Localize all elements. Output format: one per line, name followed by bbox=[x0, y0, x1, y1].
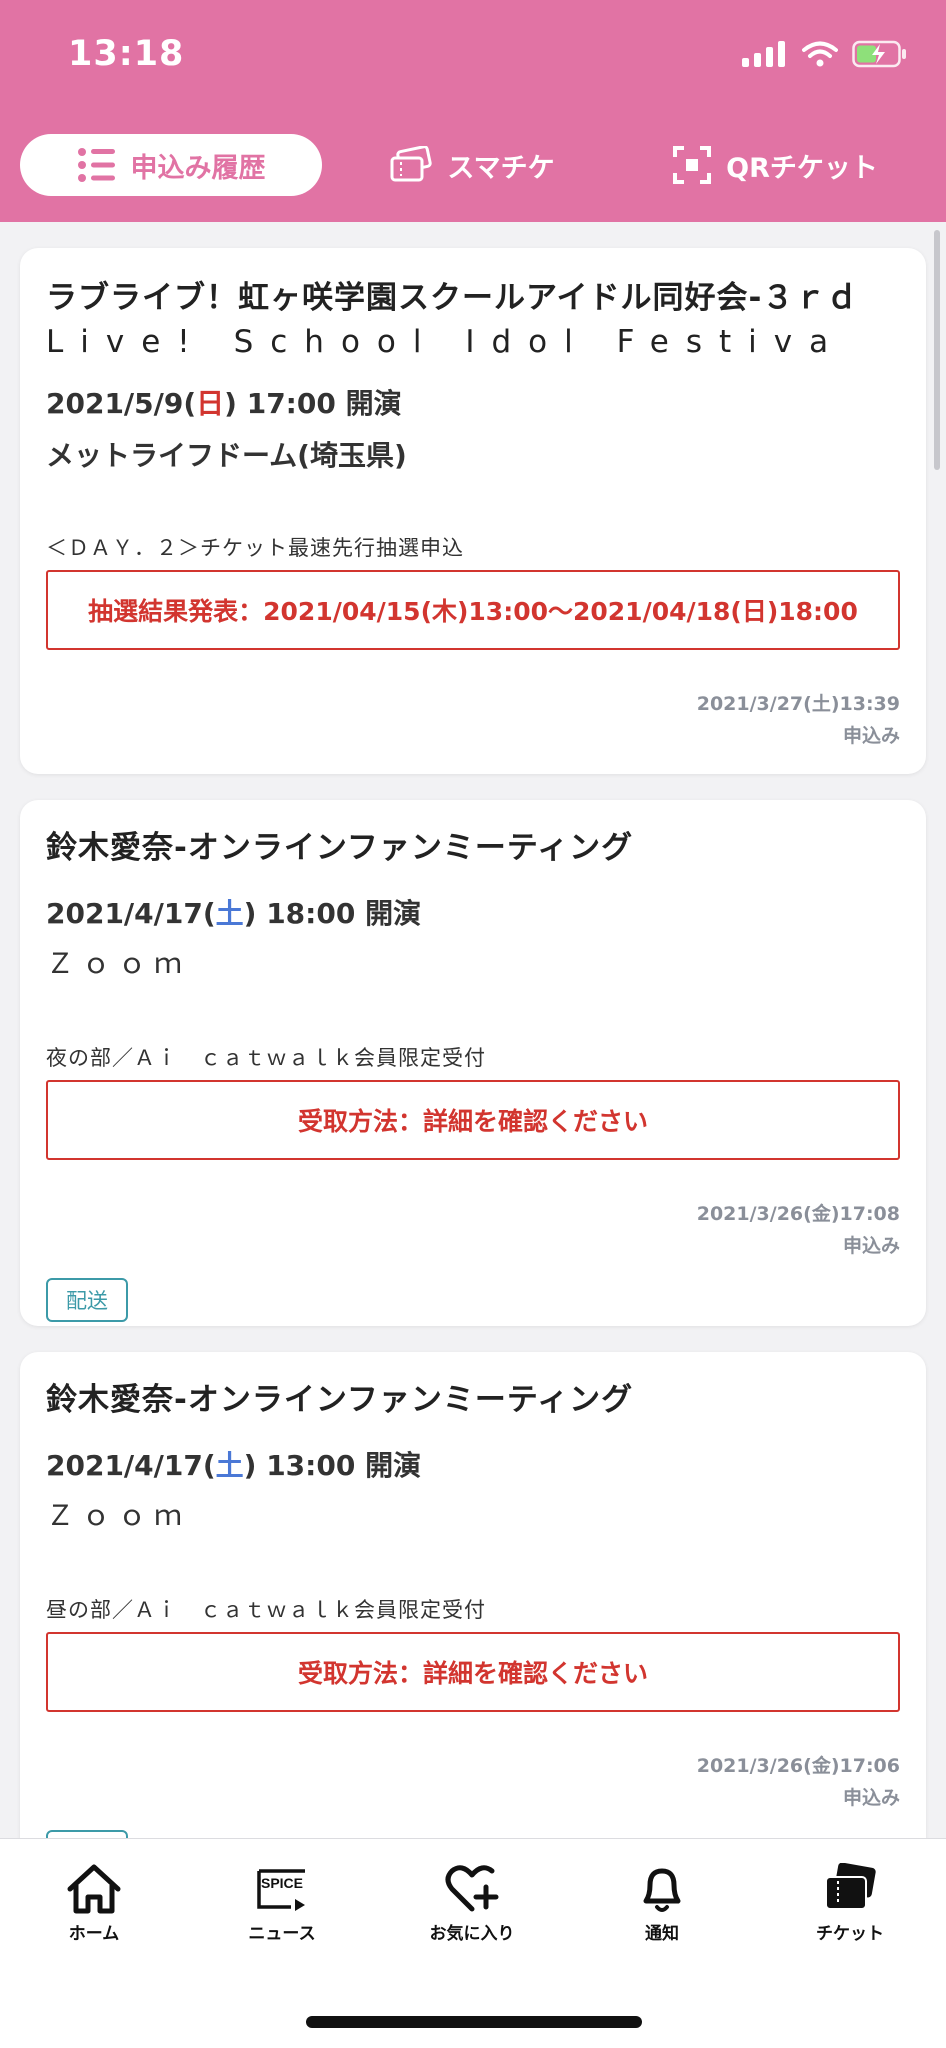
receipt-method-notice[interactable]: 受取方法：詳細を確認ください bbox=[46, 1080, 900, 1160]
ticket-icon bbox=[390, 146, 433, 182]
event-date: 2021/4/17(土) 13:00 開演 bbox=[46, 1449, 422, 1482]
event-title: ラブライブ！虹ヶ咲学園スクールアイドル同好会-３ｒｄ Live! School … bbox=[46, 276, 906, 364]
ticket-type: 昼の部／Ａｉ ｃａｔｗａｌｋ会員限定受付 bbox=[46, 1598, 486, 1622]
event-date: 2021/4/17(土) 18:00 開演 bbox=[46, 897, 422, 930]
battery-charging-icon bbox=[852, 40, 906, 68]
applied-at: 2021/3/26(金)17:06 bbox=[696, 1755, 900, 1777]
ticket-type: 夜の部／Ａｉ ｃａｔｗａｌｋ会員限定受付 bbox=[46, 1046, 486, 1070]
tab-label: スマチケ bbox=[447, 152, 555, 184]
delivery-badge: 配送 bbox=[46, 1830, 128, 1838]
nav-notifications[interactable]: 通知 bbox=[592, 1863, 732, 1944]
event-title-line2: Live! School Idol Festiva bbox=[46, 324, 846, 360]
spice-icon-text: SPICE bbox=[261, 1875, 303, 1891]
status-text: 申込み bbox=[842, 1235, 900, 1257]
applied-at: 2021/3/26(金)17:08 bbox=[696, 1203, 900, 1225]
application-card[interactable]: 鈴木愛奈-オンラインファンミーティング 2021/4/17(土) 18:00 開… bbox=[20, 800, 926, 1326]
event-title: 鈴木愛奈-オンラインファンミーティング bbox=[46, 1378, 906, 1422]
applied-at: 2021/3/27(土)13:39 bbox=[696, 693, 900, 715]
status-time: 13:18 bbox=[68, 34, 185, 74]
signal-icon bbox=[742, 41, 785, 67]
tab-label: 申込み履歴 bbox=[130, 152, 266, 184]
application-meta: 2021/3/26(金)17:06 申込み bbox=[697, 1750, 900, 1814]
event-title-line1: 鈴木愛奈-オンラインファンミーティング bbox=[46, 830, 634, 866]
application-card[interactable]: 鈴木愛奈-オンラインファンミーティング 2021/4/17(土) 13:00 開… bbox=[20, 1352, 926, 1838]
heart-plus-icon bbox=[445, 1865, 499, 1912]
tab-application-history[interactable]: 申込み履歴 bbox=[20, 134, 322, 196]
nav-favorites[interactable]: お気に入り bbox=[402, 1863, 542, 1944]
event-title: 鈴木愛奈-オンラインファンミーティング bbox=[46, 826, 906, 870]
application-meta: 2021/3/26(金)17:08 申込み bbox=[697, 1198, 900, 1262]
tab-label: QRチケット bbox=[726, 152, 878, 184]
nav-label: 通知 bbox=[645, 1924, 679, 1944]
delivery-badge: 配送 bbox=[46, 1278, 128, 1322]
wifi-icon bbox=[802, 41, 838, 67]
receipt-method-notice[interactable]: 受取方法：詳細を確認ください bbox=[46, 1632, 900, 1712]
nav-tickets[interactable]: チケット bbox=[780, 1863, 920, 1944]
spice-news-icon: SPICE bbox=[257, 1869, 305, 1911]
weekday: 土 bbox=[215, 897, 244, 930]
status-text: 申込み bbox=[842, 1787, 900, 1809]
status-icons bbox=[742, 40, 908, 68]
tab-smart-ticket[interactable]: スマチケ bbox=[372, 134, 572, 196]
nav-news[interactable]: SPICE ニュース bbox=[212, 1863, 352, 1944]
nav-label: ホーム bbox=[68, 1924, 120, 1944]
nav-home[interactable]: ホーム bbox=[24, 1863, 164, 1944]
ticket-type: ＜ＤＡＹ．２＞チケット最速先行抽選申込 bbox=[46, 536, 464, 560]
event-venue: Ｚｏｏｍ bbox=[46, 1499, 191, 1532]
list-icon bbox=[77, 148, 115, 182]
tab-qr-ticket[interactable]: QRチケット bbox=[660, 134, 890, 196]
nav-label: ニュース bbox=[248, 1924, 316, 1944]
tab-bar: 申込み履歴 スマチケ QRチケット bbox=[0, 134, 946, 198]
qr-scan-icon bbox=[673, 146, 712, 184]
event-venue: メットライフドーム(埼玉県) bbox=[46, 439, 407, 472]
tickets-icon bbox=[825, 1863, 876, 1910]
scrollbar[interactable] bbox=[934, 230, 940, 470]
lottery-result-notice[interactable]: 抽選結果発表：2021/04/15(木)13:00〜2021/04/18(日)1… bbox=[46, 570, 900, 650]
nav-label: チケット bbox=[816, 1924, 884, 1944]
application-meta: 2021/3/27(土)13:39 申込み bbox=[697, 688, 900, 752]
weekday: 土 bbox=[215, 1449, 244, 1482]
home-icon bbox=[67, 1864, 121, 1914]
application-card[interactable]: ラブライブ！虹ヶ咲学園スクールアイドル同好会-３ｒｄ Live! School … bbox=[20, 248, 926, 774]
application-list[interactable]: ラブライブ！虹ヶ咲学園スクールアイドル同好会-３ｒｄ Live! School … bbox=[0, 222, 946, 1838]
event-date: 2021/5/9(日) 17:00 開演 bbox=[46, 387, 402, 420]
event-title-line1: ラブライブ！虹ヶ咲学園スクールアイドル同好会-３ｒｄ bbox=[46, 280, 859, 316]
app-header: 13:18 申込み履歴 スマチケ QRチケット bbox=[0, 0, 946, 222]
event-title-line1: 鈴木愛奈-オンラインファンミーティング bbox=[46, 1382, 634, 1418]
weekday: 日 bbox=[196, 387, 225, 420]
status-text: 申込み bbox=[842, 725, 900, 747]
bell-icon bbox=[643, 1868, 681, 1912]
home-indicator[interactable] bbox=[306, 2016, 642, 2028]
event-venue: Ｚｏｏｍ bbox=[46, 947, 191, 980]
nav-label: お気に入り bbox=[429, 1924, 515, 1944]
